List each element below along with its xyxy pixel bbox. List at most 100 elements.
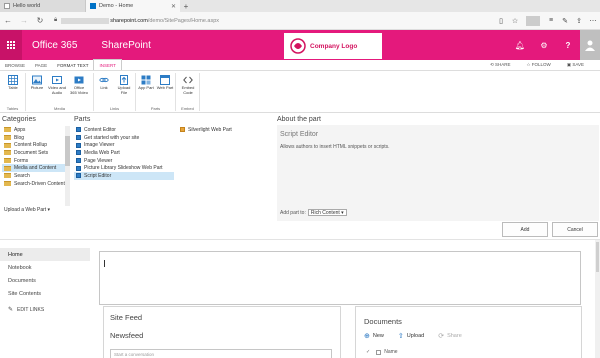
browser-tab-hello-world[interactable]: Hello world bbox=[0, 0, 86, 12]
favorite-star-icon[interactable]: ☆ bbox=[508, 17, 522, 25]
reading-view-icon[interactable]: ▯ bbox=[494, 17, 508, 25]
tab-insert[interactable]: INSERT bbox=[93, 59, 122, 70]
forward-arrow-icon[interactable]: → bbox=[16, 16, 32, 25]
parts-heading: Parts bbox=[74, 116, 91, 123]
office365-video-button[interactable]: Office 365 Video bbox=[70, 75, 88, 95]
category-item[interactable]: Document Sets bbox=[2, 149, 70, 157]
categories-scrollbar[interactable] bbox=[65, 126, 70, 206]
embed-code-button[interactable]: Embed Code bbox=[179, 75, 197, 95]
categories-heading: Categories bbox=[2, 116, 36, 123]
share-document-button[interactable]: ⟳ Share bbox=[438, 332, 462, 340]
app-part-button[interactable]: App Part bbox=[137, 75, 155, 91]
plus-circle-icon: ⊕ bbox=[364, 333, 370, 340]
part-label: Content Editor bbox=[84, 126, 116, 133]
part-item[interactable]: Picture Library Slideshow Web Part bbox=[74, 164, 174, 172]
back-arrow-icon[interactable]: ← bbox=[0, 16, 16, 25]
film-icon bbox=[52, 76, 62, 84]
part-item-selected[interactable]: Script Editor bbox=[74, 172, 174, 180]
url-field[interactable]: 🔒︎ sharepoint.com /demo/SitePages/Home.a… bbox=[54, 15, 474, 27]
category-item-selected[interactable]: Media and Content bbox=[2, 164, 70, 173]
link-button[interactable]: Link bbox=[95, 75, 113, 91]
help-icon[interactable]: ? bbox=[556, 30, 580, 60]
part-item[interactable]: Image Viewer bbox=[74, 141, 174, 149]
share-label: SHARE bbox=[494, 62, 511, 67]
part-item[interactable]: Content Editor bbox=[74, 126, 174, 134]
add-button[interactable]: Add bbox=[502, 222, 548, 237]
documents-title: Documents bbox=[364, 317, 402, 326]
video-audio-button[interactable]: Video and Audio bbox=[48, 75, 66, 95]
settings-gear-icon[interactable]: ⚙ bbox=[532, 30, 556, 60]
category-item[interactable]: Blog bbox=[2, 134, 70, 142]
part-item[interactable]: Media Web Part bbox=[74, 149, 174, 157]
add-part-to-select[interactable]: Rich Content ▾ bbox=[307, 209, 347, 216]
upload-web-part-menu[interactable]: Upload a Web Part ▾ bbox=[4, 207, 50, 213]
part-item[interactable]: Get started with your site bbox=[74, 134, 174, 142]
part-icon bbox=[76, 158, 81, 164]
folder-icon bbox=[4, 181, 11, 187]
upload-document-button[interactable]: ⇧ Upload bbox=[398, 332, 424, 340]
hub-icon[interactable]: ≡ bbox=[544, 17, 558, 24]
video-icon bbox=[74, 76, 84, 84]
start-conversation-input[interactable]: Start a conversation bbox=[110, 349, 332, 358]
add-part-to-label: Add part to: bbox=[280, 209, 306, 216]
app-launcher-icon[interactable] bbox=[0, 30, 22, 60]
picture-button[interactable]: Picture bbox=[28, 75, 46, 91]
part-label: Get started with your site bbox=[84, 134, 140, 141]
nav-item-site-contents[interactable]: Site Contents bbox=[0, 287, 90, 300]
user-silhouette-icon bbox=[585, 40, 595, 51]
group-label-parts: Parts bbox=[150, 106, 161, 111]
browser-tab-demo-home[interactable]: Demo - Home ✕ bbox=[86, 0, 180, 12]
new-label: New bbox=[372, 333, 384, 339]
table-button[interactable]: Table bbox=[4, 75, 22, 91]
part-label: Page Viewer bbox=[84, 157, 113, 164]
follow-button[interactable]: ☆ FOLLOW bbox=[527, 62, 559, 68]
refresh-icon[interactable]: ↻ bbox=[32, 16, 48, 25]
category-item[interactable]: Forms bbox=[2, 157, 70, 165]
avatar[interactable] bbox=[580, 30, 600, 60]
company-logo-text: Company Logo bbox=[310, 42, 358, 50]
url-host: sharepoint.com bbox=[110, 17, 148, 24]
share-page-button[interactable]: ⟲ SHARE bbox=[490, 62, 519, 68]
picture-icon bbox=[32, 75, 42, 85]
select-all-checkmark-icon[interactable]: ✓ bbox=[366, 349, 370, 355]
category-item[interactable]: Content Rollup bbox=[2, 141, 70, 149]
save-button[interactable]: ▣ SAVE bbox=[567, 62, 592, 68]
office365-video-label: Office 365 Video bbox=[70, 85, 88, 95]
nav-item-notebook[interactable]: Notebook bbox=[0, 261, 90, 274]
part-icon bbox=[76, 173, 81, 179]
category-item[interactable]: Search bbox=[2, 172, 70, 180]
embed-code-label: Embed Code bbox=[181, 85, 195, 95]
tab-browse[interactable]: BROWSE bbox=[0, 60, 30, 70]
new-tab-button[interactable]: + bbox=[180, 0, 192, 12]
company-logo[interactable]: Company Logo bbox=[284, 33, 382, 59]
upload-web-part-label: Upload a Web Part bbox=[4, 207, 47, 213]
link-icon bbox=[99, 77, 109, 83]
upload-file-button[interactable]: Upload File bbox=[115, 75, 133, 95]
page-scrollbar[interactable] bbox=[595, 240, 600, 358]
nav-item-documents[interactable]: Documents bbox=[0, 274, 90, 287]
sharepoint-app-name[interactable]: SharePoint bbox=[101, 40, 150, 51]
column-name[interactable]: Name bbox=[384, 349, 397, 355]
cancel-button[interactable]: Cancel bbox=[552, 222, 598, 237]
part-item[interactable]: Page Viewer bbox=[74, 157, 174, 165]
documents-webpart: Documents ⊕ New ⇧ Upload ⟳ Share ✓ Name bbox=[355, 306, 582, 358]
nav-item-home[interactable]: Home bbox=[0, 248, 90, 261]
tab-format-text[interactable]: FORMAT TEXT bbox=[52, 60, 93, 70]
notes-icon[interactable]: ✎ bbox=[558, 17, 572, 25]
category-item[interactable]: Apps bbox=[2, 126, 70, 134]
close-tab-icon[interactable]: ✕ bbox=[171, 3, 176, 10]
share-icon[interactable]: ⇪ bbox=[572, 17, 586, 25]
tab-page[interactable]: PAGE bbox=[30, 60, 52, 70]
rich-content-editor[interactable] bbox=[99, 251, 581, 305]
page-content: Home Notebook Documents Site Contents ✎ … bbox=[0, 239, 600, 358]
notifications-bell-icon[interactable]: 🔔︎ bbox=[508, 30, 532, 60]
office365-brand[interactable]: Office 365 bbox=[32, 40, 77, 51]
part-icon bbox=[76, 165, 81, 171]
web-part-button[interactable]: Web Part bbox=[156, 75, 174, 91]
sharepoint-icon bbox=[90, 3, 96, 9]
new-document-button[interactable]: ⊕ New bbox=[364, 332, 384, 340]
category-item[interactable]: Search-Driven Content bbox=[2, 180, 70, 188]
edit-links-button[interactable]: ✎ EDIT LINKS bbox=[0, 306, 90, 314]
part-item[interactable]: Silverlight Web Part bbox=[178, 126, 274, 134]
more-icon[interactable]: ⋯ bbox=[586, 17, 600, 25]
